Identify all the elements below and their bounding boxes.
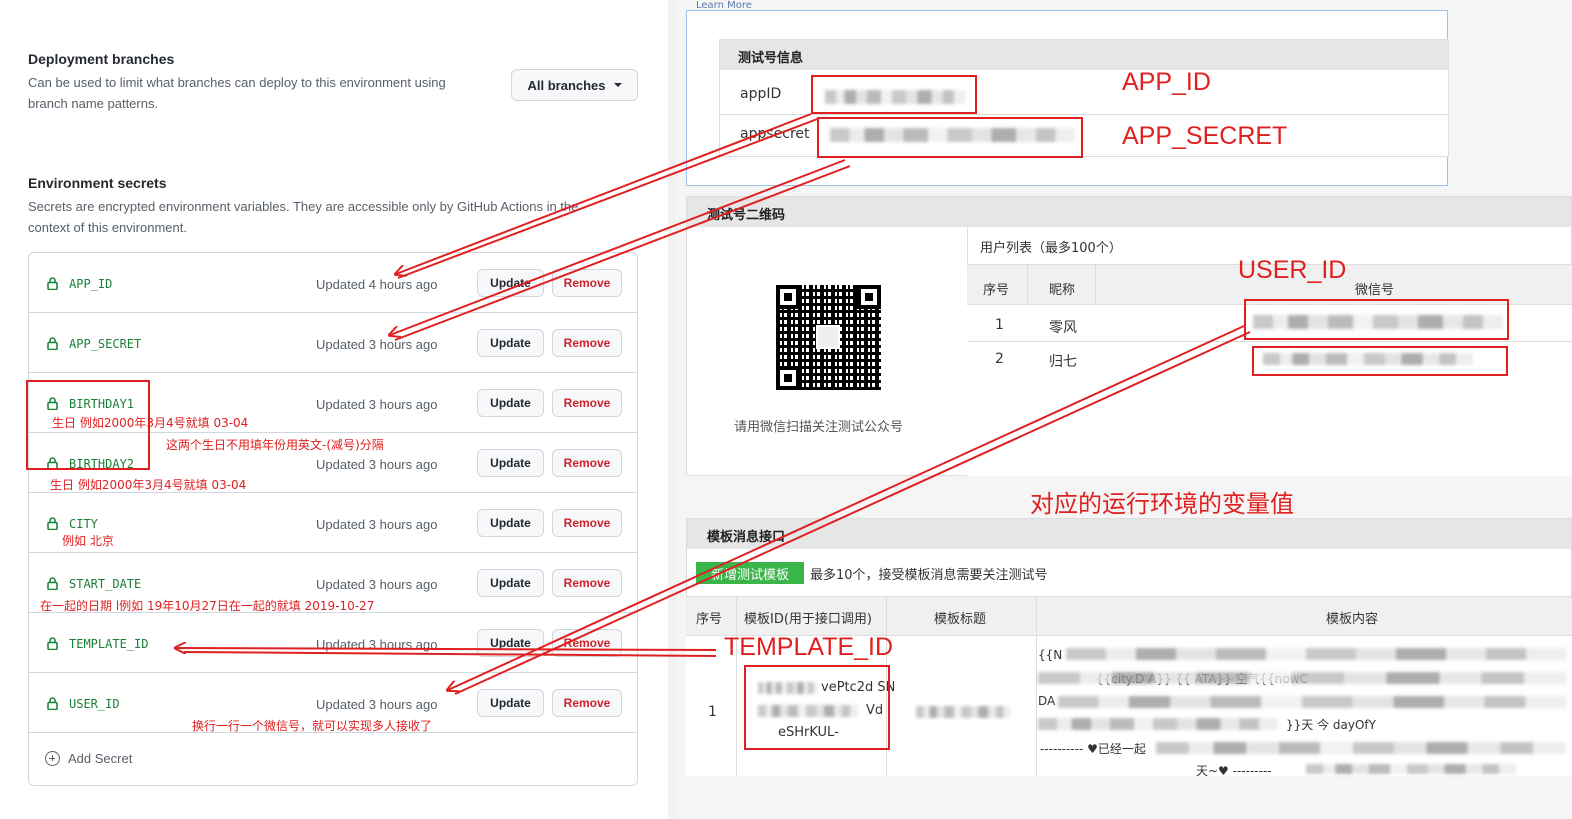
arrow-app-id-b xyxy=(397,117,821,279)
arrow-template-id xyxy=(176,648,717,650)
arrow-app-secret xyxy=(390,159,846,335)
arrow-template-id-b xyxy=(183,651,717,657)
arrow-user-id xyxy=(448,325,1245,690)
annotation-arrows xyxy=(0,113,1251,695)
arrow-app-id xyxy=(396,113,812,274)
arrow-user-id-b xyxy=(454,331,1251,695)
